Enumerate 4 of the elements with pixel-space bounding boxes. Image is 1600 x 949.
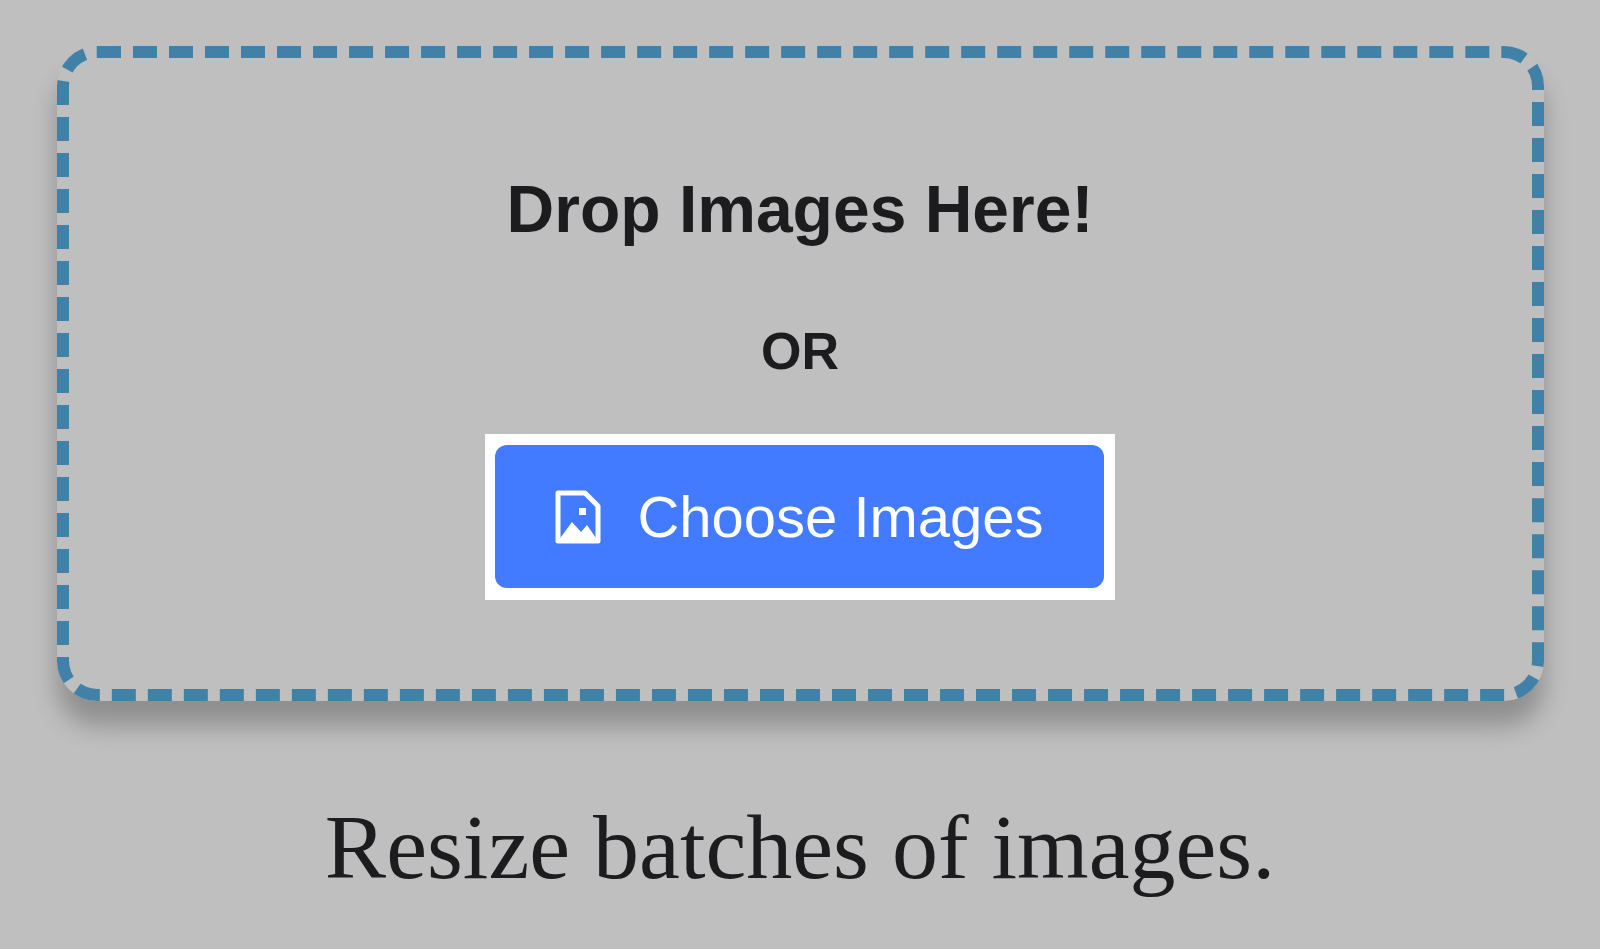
- choose-images-button[interactable]: Choose Images: [495, 445, 1104, 588]
- drop-zone[interactable]: Drop Images Here! OR Choose Images: [56, 46, 1544, 701]
- image-file-icon: [555, 489, 602, 544]
- or-separator: OR: [761, 325, 839, 377]
